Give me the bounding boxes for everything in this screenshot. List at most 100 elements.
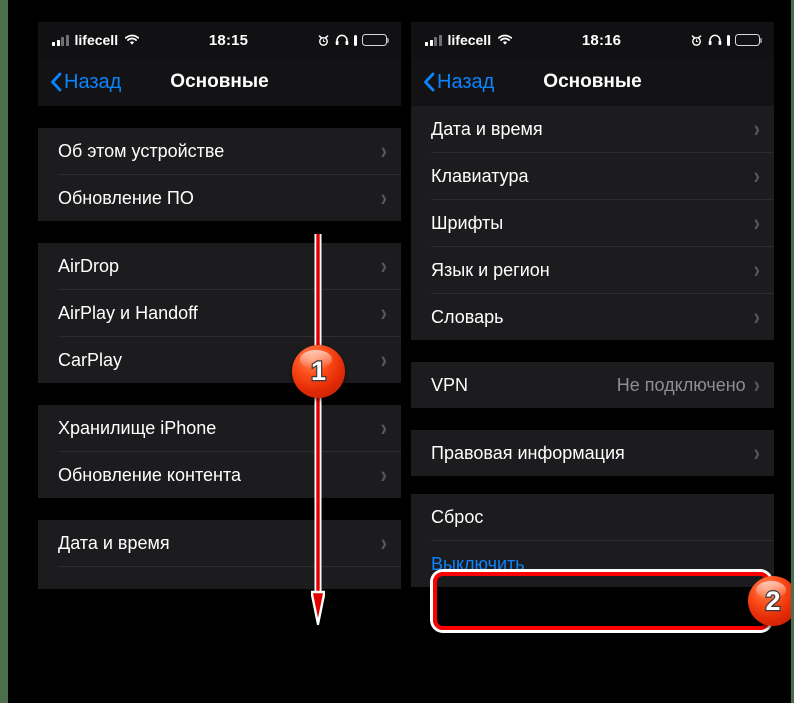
list-item-label: Обновление ПО [58, 187, 194, 208]
back-button-label: Назад [437, 70, 495, 93]
list-item-label: Словарь [431, 306, 504, 327]
status-bar-left-cluster: lifecell [52, 32, 140, 48]
list-item-label: Дата и время [431, 118, 543, 139]
back-button[interactable]: Назад [423, 71, 494, 94]
list-item-about[interactable]: Об этом устройстве › [38, 128, 401, 174]
settings-group-device: Об этом устройстве › Обновление ПО › [38, 128, 401, 221]
settings-group-legal: Правовая информация › [411, 430, 774, 476]
phone-screen-right: lifecell 18:16 Назад Основные Дата и вре… [411, 22, 774, 674]
list-item-label: AirPlay и Handoff [58, 302, 198, 323]
list-item-airplay-handoff[interactable]: AirPlay и Handoff › [38, 290, 401, 336]
wifi-icon [497, 34, 513, 46]
list-item-vpn[interactable]: VPN Не подключено › [411, 362, 774, 408]
step-badge-1: 1 [292, 345, 345, 398]
list-item-label: Правовая информация [431, 442, 625, 463]
chevron-right-icon: › [753, 371, 760, 399]
list-gap [38, 498, 401, 520]
alarm-clock-icon [690, 34, 703, 47]
settings-group-datetime: Дата и время › [38, 520, 401, 589]
list-item-fonts[interactable]: Шрифты › [411, 200, 774, 246]
chevron-right-icon: › [753, 162, 760, 190]
headphones-icon [335, 34, 349, 46]
list-item-shutdown[interactable]: Выключить [411, 541, 774, 587]
phone-screen-left: lifecell 18:15 Назад Основные Об этом ус… [38, 22, 401, 674]
carrier-label: lifecell [447, 32, 492, 48]
battery-icon [362, 34, 390, 46]
chevron-right-icon: › [380, 529, 387, 557]
list-gap [38, 221, 401, 243]
cellular-signal-icon [52, 34, 69, 46]
list-item-dictionary[interactable]: Словарь › [411, 294, 774, 340]
list-item-software-update[interactable]: Обновление ПО › [38, 175, 401, 221]
chevron-right-icon: › [753, 256, 760, 284]
chevron-right-icon: › [380, 414, 387, 442]
chevron-right-icon: › [380, 137, 387, 165]
list-item-carplay[interactable]: CarPlay › [38, 337, 401, 383]
step-badge-2-label: 2 [764, 584, 781, 616]
chevron-right-icon: › [380, 252, 387, 280]
list-item-iphone-storage[interactable]: Хранилище iPhone › [38, 405, 401, 451]
orientation-lock-icon [727, 34, 730, 46]
back-button[interactable]: Назад [50, 71, 121, 94]
list-item-label: VPN [431, 374, 469, 395]
chevron-right-icon: › [753, 115, 760, 143]
settings-list-left: Об этом устройстве › Обновление ПО › Air… [38, 106, 401, 674]
status-bar-time: 18:15 [208, 31, 249, 49]
headphones-icon [708, 34, 722, 46]
status-bar-right-cluster [317, 34, 390, 47]
alarm-clock-icon [317, 34, 330, 47]
list-item-label: Хранилище iPhone [58, 417, 217, 438]
status-bar-time: 18:16 [581, 31, 622, 49]
settings-group-reset: Сброс Выключить [411, 494, 774, 587]
settings-group-storage: Хранилище iPhone › Обновление контента › [38, 405, 401, 498]
settings-group-connectivity: AirDrop › AirPlay и Handoff › CarPlay › [38, 243, 401, 383]
back-button-label: Назад [64, 70, 122, 93]
chevron-right-icon: › [380, 461, 387, 489]
nav-bar-left: Назад Основные [38, 58, 401, 106]
list-gap [411, 476, 774, 494]
step-badge-2: 2 [748, 576, 791, 626]
wifi-icon [124, 34, 140, 46]
list-item-value: Не подключено [616, 374, 746, 395]
list-item-label: AirDrop [58, 255, 120, 276]
list-item-keyboard[interactable]: Клавиатура › [411, 153, 774, 199]
list-item-legal[interactable]: Правовая информация › [411, 430, 774, 476]
list-item-airdrop[interactable]: AirDrop › [38, 243, 401, 289]
chevron-right-icon: › [380, 184, 387, 212]
list-item-label: Язык и регион [431, 259, 550, 280]
list-item-label: Об этом устройстве [58, 140, 225, 161]
list-item-background-refresh[interactable]: Обновление контента › [38, 452, 401, 498]
group-tail [38, 567, 401, 589]
chevron-left-icon [50, 72, 62, 92]
battery-icon [735, 34, 763, 46]
orientation-lock-icon [354, 34, 357, 46]
chevron-right-icon: › [753, 209, 760, 237]
list-item-label: Обновление контента [58, 464, 242, 485]
status-bar-right-cluster [690, 34, 763, 47]
carrier-label: lifecell [74, 32, 119, 48]
list-item-reset[interactable]: Сброс [411, 494, 774, 540]
nav-bar-right: Назад Основные [411, 58, 774, 106]
screenshot-canvas: lifecell 18:15 Назад Основные Об этом ус… [0, 0, 794, 703]
status-bar-left: lifecell 18:15 [38, 22, 401, 58]
list-gap [411, 340, 774, 362]
settings-group-vpn: VPN Не подключено › [411, 362, 774, 408]
list-item-language-region[interactable]: Язык и регион › [411, 247, 774, 293]
list-item-label: Шрифты [431, 212, 504, 233]
list-item-date-time[interactable]: Дата и время › [411, 106, 774, 152]
chevron-right-icon: › [380, 299, 387, 327]
step-badge-1-label: 1 [310, 355, 327, 387]
chevron-right-icon: › [753, 303, 760, 331]
status-bar-left-cluster: lifecell [425, 32, 513, 48]
list-item-label: Сброс [431, 506, 484, 527]
settings-group-locale: Дата и время › Клавиатура › Шрифты › Язы… [411, 106, 774, 340]
list-item-label: Дата и время [58, 532, 170, 553]
chevron-right-icon: › [380, 346, 387, 374]
list-gap [38, 106, 401, 128]
status-bar-right: lifecell 18:16 [411, 22, 774, 58]
list-gap [38, 383, 401, 405]
chevron-right-icon: › [753, 439, 760, 467]
list-item-date-time[interactable]: Дата и время › [38, 520, 401, 566]
list-item-label: Клавиатура [431, 165, 529, 186]
cellular-signal-icon [425, 34, 442, 46]
